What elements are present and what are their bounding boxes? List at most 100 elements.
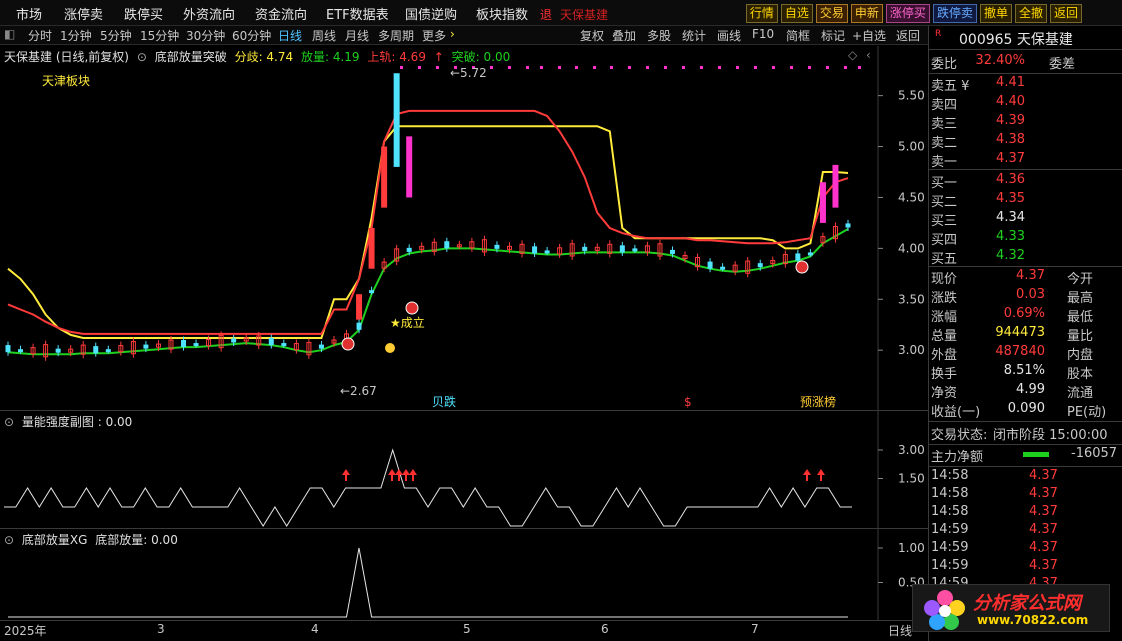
ask-row[interactable]: 卖一 4.37: [929, 151, 1122, 170]
chevron-left-icon[interactable]: ‹: [866, 48, 871, 62]
period-5min[interactable]: 5分钟: [100, 27, 132, 44]
period-60min[interactable]: 60分钟: [232, 27, 271, 44]
bottom-volume-subchart[interactable]: 1.00 0.50 ⊙ 底部放量XG 底部放量: 0.00: [0, 528, 928, 621]
watchlist-button[interactable]: 自选: [780, 4, 813, 23]
menu-market[interactable]: 市场: [16, 4, 42, 23]
tool-return[interactable]: 返回: [896, 27, 920, 44]
period-more[interactable]: 更多: [422, 27, 446, 44]
tool-restore-rights[interactable]: 复权: [580, 27, 604, 44]
signal-ball-icon: [795, 260, 809, 274]
ask-price: 4.39: [996, 113, 1025, 128]
tick-price: 4.37: [1029, 504, 1058, 519]
menu-bond-repo[interactable]: 国债逆购: [405, 4, 457, 23]
signal-dot: [790, 66, 793, 69]
tool-mark[interactable]: 标记: [821, 27, 845, 44]
stat-label: 现价: [931, 272, 958, 287]
period-15min[interactable]: 15分钟: [140, 27, 179, 44]
bid-row[interactable]: 买三 4.34: [929, 210, 1122, 229]
tool-multi-stock[interactable]: 多股: [647, 27, 671, 44]
sub1-dropdown-icon[interactable]: ⊙: [4, 415, 14, 429]
ask-row[interactable]: 卖五 ¥ 4.41: [929, 75, 1122, 94]
y-tick-label: 4.00: [898, 241, 925, 255]
signal-dot: [754, 66, 757, 69]
limit-down-sell-button[interactable]: 跌停卖: [932, 4, 977, 23]
y-tick-label: 4.50: [898, 190, 925, 204]
tick-time: 14:58: [931, 504, 969, 519]
order-ratio-label: 委比: [931, 57, 958, 72]
tool-f10[interactable]: F10: [752, 27, 774, 41]
trade-button[interactable]: 交易: [815, 4, 848, 23]
stat-row: 涨幅 0.69% 最低: [929, 306, 1122, 325]
indicator-name[interactable]: 底部放量突破: [155, 50, 227, 64]
bid-label: 买二: [931, 195, 958, 210]
tool-simple-frame[interactable]: 简框: [786, 27, 810, 44]
menu-etf-data[interactable]: ETF数据表: [326, 4, 389, 23]
ask-row[interactable]: 卖三 4.39: [929, 113, 1122, 132]
signal-dot: [736, 66, 739, 69]
return-button[interactable]: 返回: [1049, 4, 1082, 23]
toolbar-toggle-icon[interactable]: ◧: [4, 27, 15, 41]
ask-row[interactable]: 卖四 4.40: [929, 94, 1122, 113]
signal-dot: [508, 66, 511, 69]
bid-price: 4.33: [996, 229, 1025, 244]
volume-strength-subchart[interactable]: 3.00 1.50 ⊙ 量能强度副图 : 0.00: [0, 410, 928, 529]
breakout-candle: [819, 182, 826, 223]
breakout-candle: [406, 136, 413, 198]
x-axis-period: 日线: [888, 624, 913, 638]
bid-row[interactable]: 买一 4.36: [929, 172, 1122, 191]
stock-code-name[interactable]: 000965 天保基建: [959, 29, 1073, 49]
period-daily[interactable]: 日线: [278, 27, 302, 44]
period-timeshare[interactable]: 分时: [28, 27, 52, 44]
tick-price: 4.37: [1029, 486, 1058, 501]
quote-button[interactable]: 行情: [745, 4, 778, 23]
bid-price: 4.36: [996, 172, 1025, 187]
candle-body: [318, 344, 324, 349]
period-30min[interactable]: 30分钟: [186, 27, 225, 44]
tick-price: 4.37: [1029, 522, 1058, 537]
bid-row[interactable]: 买四 4.33: [929, 229, 1122, 248]
signal-dot: [826, 66, 829, 69]
ipo-button[interactable]: 申新: [850, 4, 883, 23]
menu-sector-index[interactable]: 板块指数: [476, 4, 528, 23]
period-multi[interactable]: 多周期: [378, 27, 414, 44]
period-weekly[interactable]: 周线: [312, 27, 336, 44]
bid-row[interactable]: 买二 4.35: [929, 191, 1122, 210]
menu-capital-flow[interactable]: 资金流向: [255, 4, 307, 23]
indicator-dropdown-icon[interactable]: ⊙: [137, 50, 147, 64]
tool-statistics[interactable]: 统计: [682, 27, 706, 44]
period-monthly[interactable]: 月线: [345, 27, 369, 44]
menu-limit-down-buy[interactable]: 跌停买: [124, 4, 163, 23]
tool-draw-line[interactable]: 画线: [717, 27, 741, 44]
ask-label: 卖五 ¥: [931, 79, 970, 94]
stat-row: 涨跌 0.03 最高: [929, 287, 1122, 306]
candle-body: [356, 322, 362, 330]
tool-add-watchlist[interactable]: +自选: [852, 27, 886, 44]
cancel-order-button[interactable]: 撤单: [979, 4, 1012, 23]
signal-dot: [575, 66, 578, 69]
signal-dot: [844, 66, 847, 69]
sub2-dropdown-icon[interactable]: ⊙: [4, 533, 14, 547]
legend-breakout: 突破: 0.00: [451, 50, 511, 64]
bid-price: 4.35: [996, 191, 1025, 206]
ask-row[interactable]: 卖二 4.38: [929, 132, 1122, 151]
bid-row[interactable]: 买五 4.32: [929, 248, 1122, 267]
sub2-tick-label: 1.00: [898, 541, 925, 555]
tool-overlay[interactable]: 叠加: [612, 27, 636, 44]
order-ratio-value: 32.40%: [975, 53, 1025, 68]
chevron-right-icon[interactable]: ›: [450, 27, 455, 41]
period-toolbar: ◧ 分时 1分钟 5分钟 15分钟 30分钟 60分钟 日线 周线 月线 多周期…: [0, 26, 928, 45]
cancel-all-button[interactable]: 全撤: [1014, 4, 1047, 23]
ask-price: 4.41: [996, 75, 1025, 90]
breakout-candle: [356, 294, 363, 320]
high-price-label: ←5.72: [450, 66, 487, 80]
period-1min[interactable]: 1分钟: [60, 27, 92, 44]
main-kline-chart[interactable]: 5.50 5.00 4.50 4.00 3.50 3.00 ←5.72 ←2.67 ★成立 贝跌 $…: [0, 46, 928, 410]
x-label-year: 2025年: [4, 624, 47, 638]
menu-foreign-flow[interactable]: 外资流向: [183, 4, 235, 23]
menu-limit-up-sell[interactable]: 涨停卖: [64, 4, 103, 23]
tick-row: 14:58 4.37: [929, 504, 1122, 522]
limit-up-buy-button[interactable]: 涨停买: [885, 4, 930, 23]
stat-value: 4.37: [1016, 268, 1045, 283]
diamond-icon[interactable]: ◇: [848, 48, 857, 62]
signal-dot: [593, 66, 596, 69]
